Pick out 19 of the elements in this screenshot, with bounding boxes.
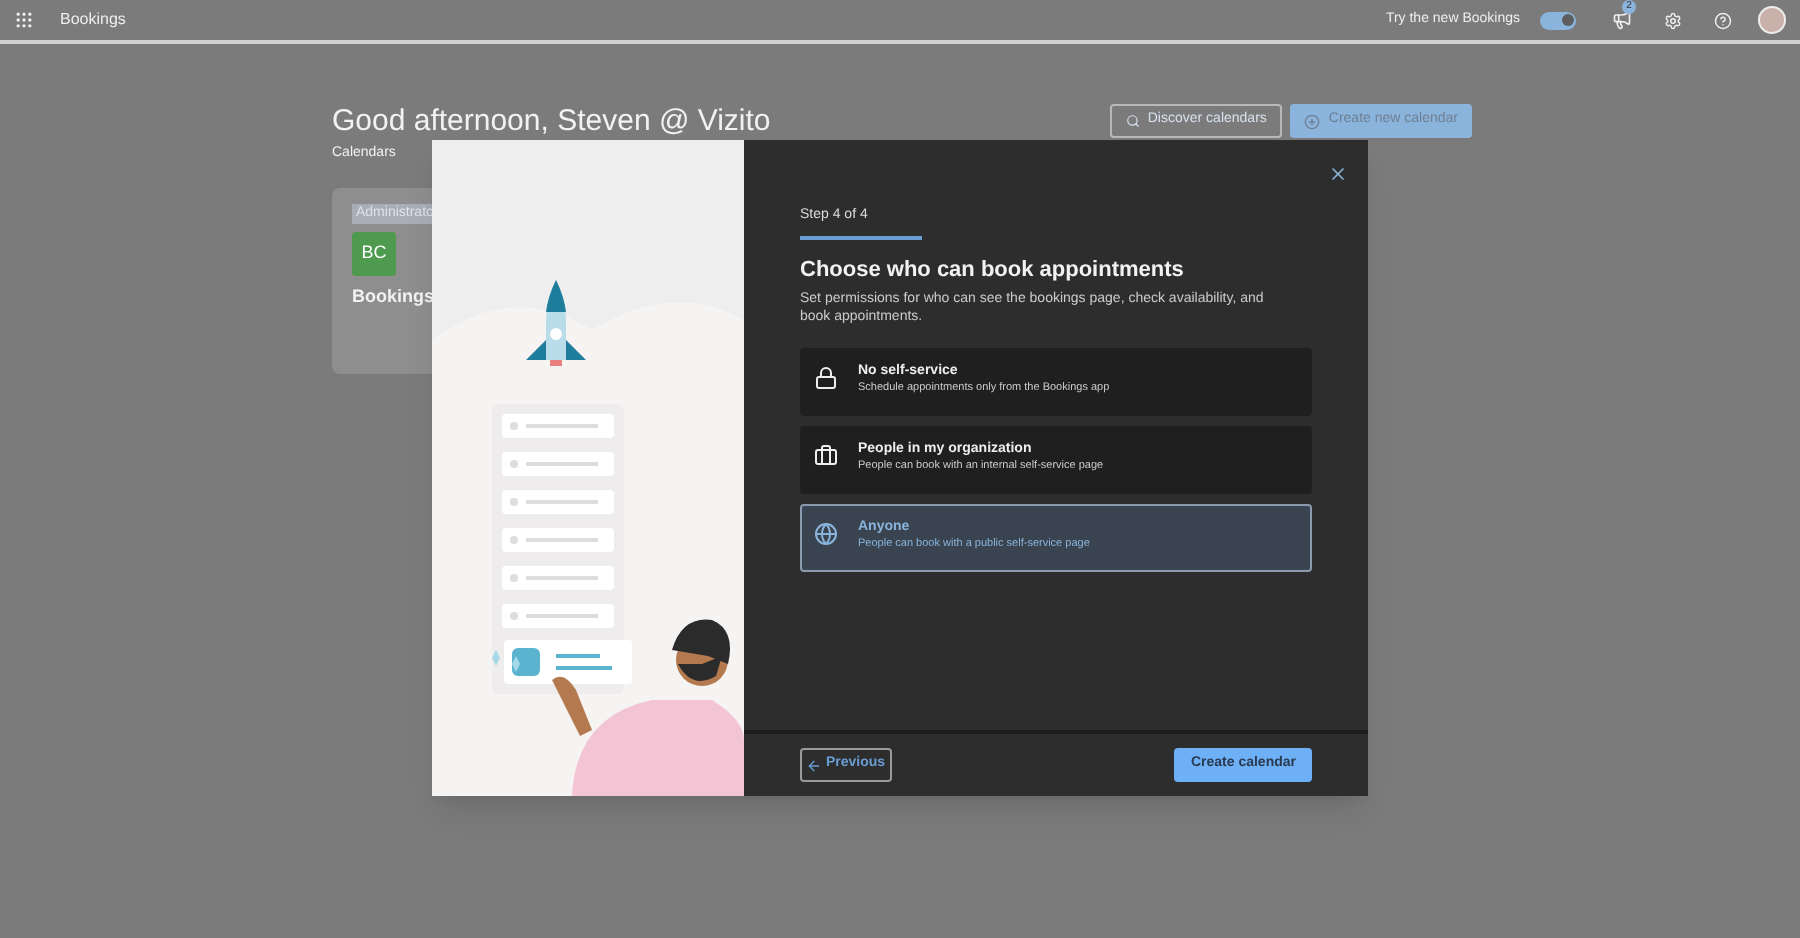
plus-icon [1304, 113, 1321, 129]
toggle-switch[interactable] [1540, 11, 1576, 29]
dialog-title: Choose who can book appointments [800, 255, 1186, 285]
close-button[interactable] [1328, 164, 1348, 184]
settings-icon[interactable] [1664, 11, 1682, 29]
search-icon [1125, 114, 1140, 128]
greeting-heading: Good afternoon, Steven @ Vizito [332, 104, 771, 140]
megaphone-icon[interactable] [1612, 10, 1632, 30]
app-title: Bookings [60, 8, 126, 32]
help-icon[interactable] [1714, 11, 1732, 29]
back-arrow-icon [806, 757, 822, 773]
avatar[interactable] [1758, 6, 1786, 34]
calendar-initials: BC [352, 232, 396, 276]
briefcase-icon [814, 444, 838, 468]
close-icon [1328, 164, 1348, 184]
globe-icon [814, 522, 838, 546]
app-launcher-icon[interactable] [14, 10, 34, 30]
lock-icon [814, 366, 838, 390]
calendar-name: Bookings [352, 284, 435, 310]
